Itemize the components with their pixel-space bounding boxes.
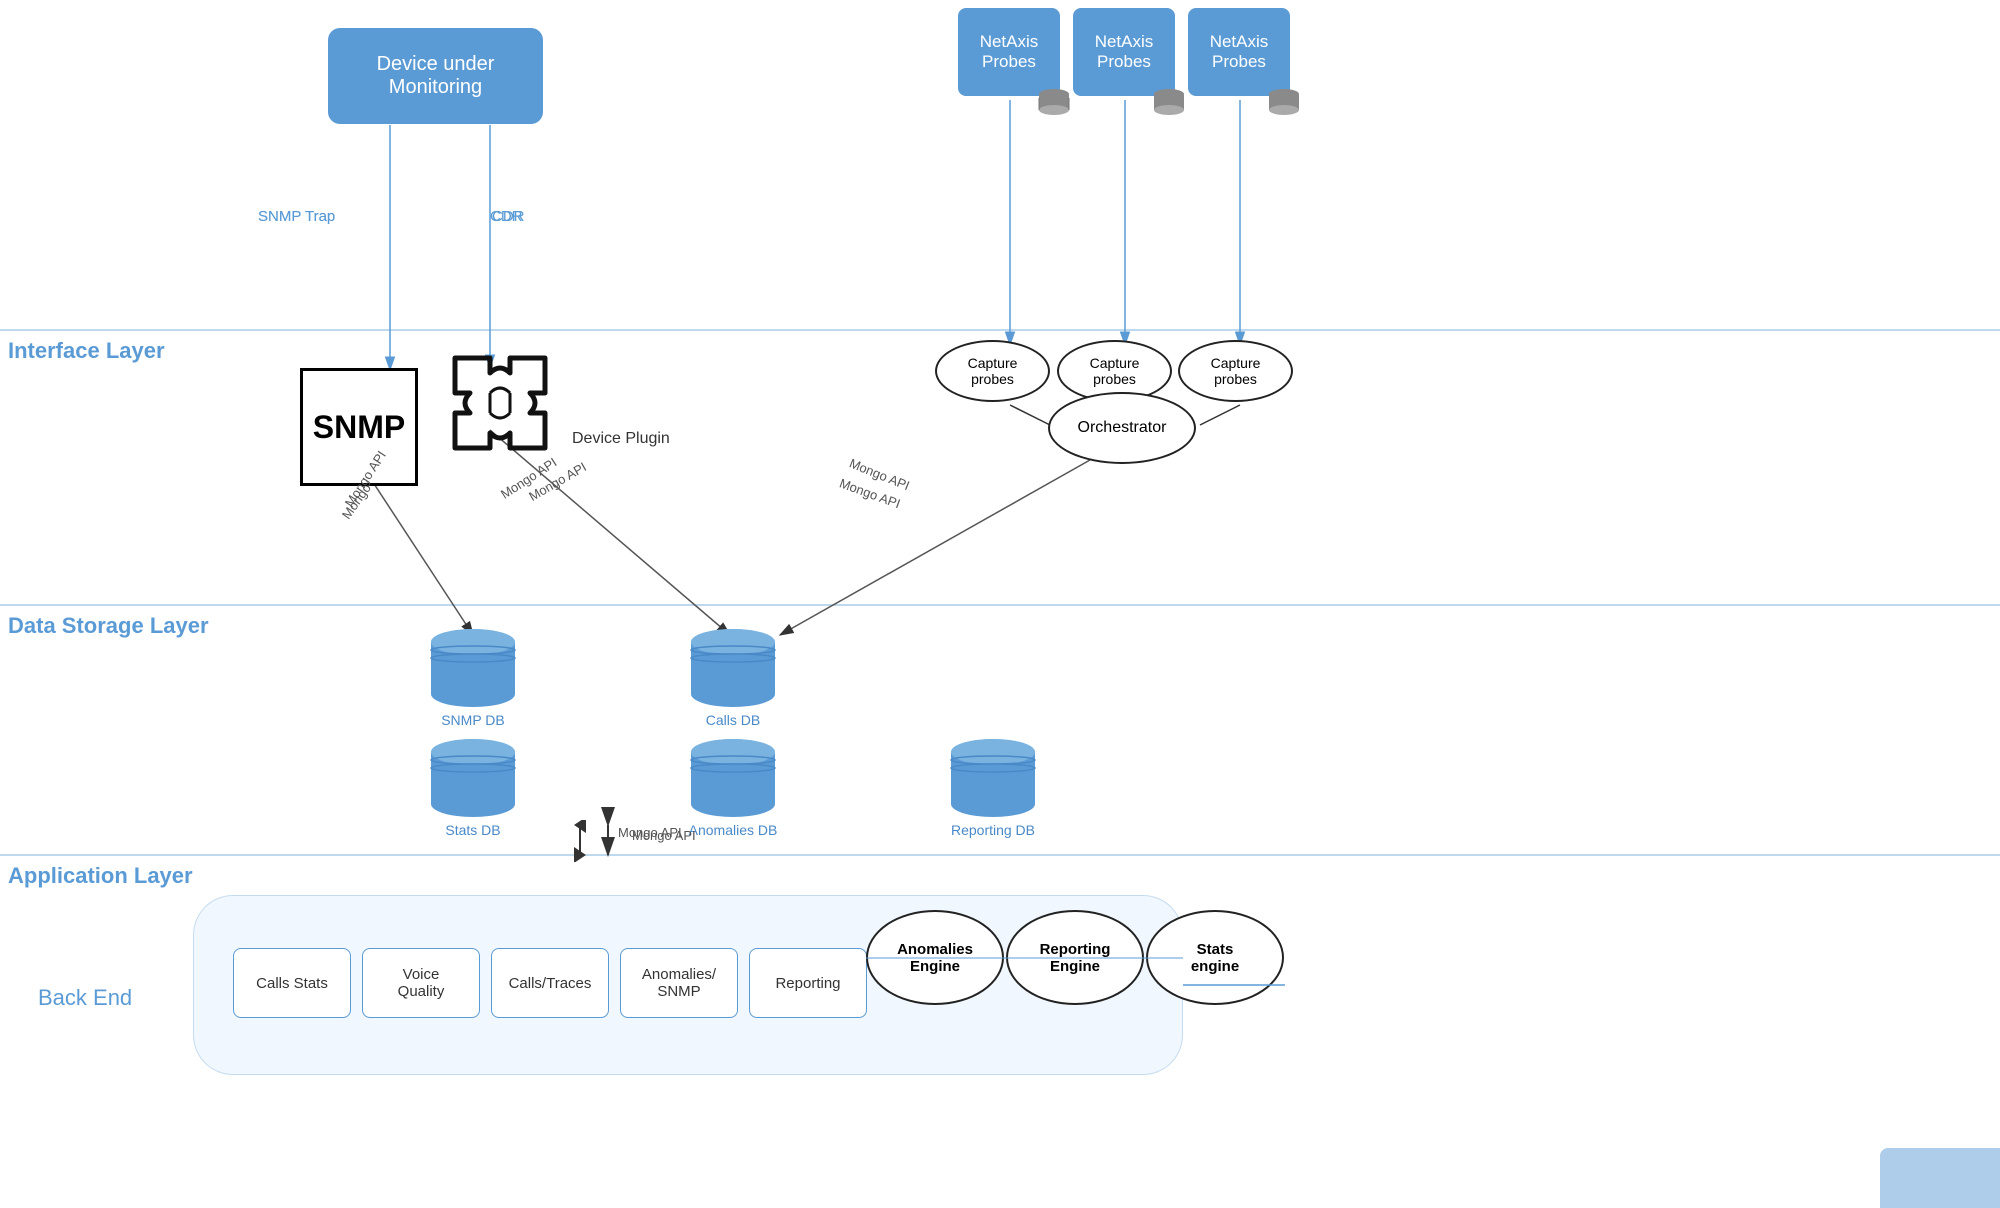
cdr-text: CDR xyxy=(492,208,525,225)
reporting-db: Reporting DB xyxy=(948,738,1038,838)
anomalies-engine: Anomalies Engine xyxy=(866,910,1004,1005)
probe-cyl-2 xyxy=(1153,88,1185,116)
device-plugin-label: Device Plugin xyxy=(572,430,670,448)
backend-label: Back End xyxy=(38,985,132,1011)
snmp-box: SNMP xyxy=(300,368,418,486)
netaxis-probes-2: NetAxis Probes xyxy=(1073,8,1175,96)
stats-db: Stats DB xyxy=(428,738,518,838)
calls-db: Calls DB xyxy=(688,628,778,728)
capture-probes-1: Capture probes xyxy=(935,340,1050,402)
reporting-engine: Reporting Engine xyxy=(1006,910,1144,1005)
stats-engine: Stats engine xyxy=(1146,910,1284,1005)
netaxis-probes-3: NetAxis Probes xyxy=(1188,8,1290,96)
device-plugin-icon xyxy=(435,338,565,473)
mongo-api-vertical-label: Mongo API xyxy=(632,828,696,843)
probe-cyl-1 xyxy=(1038,88,1070,116)
reporting-btn[interactable]: Reporting xyxy=(749,948,867,1018)
capture-probes-3: Capture probes xyxy=(1178,340,1293,402)
calls-traces-btn[interactable]: Calls/Traces xyxy=(491,948,609,1018)
diagram-container: SNMP Trap CDR Mongo API Mongo API Mongo … xyxy=(0,0,2000,1208)
decorative-element xyxy=(1880,1148,2000,1208)
calls-stats-btn[interactable]: Calls Stats xyxy=(233,948,351,1018)
app-layer-label: Application Layer xyxy=(8,863,193,889)
interface-layer-label: Interface Layer xyxy=(8,338,165,364)
snmp-trap-text: SNMP Trap xyxy=(258,208,335,225)
netaxis-probes-1: NetAxis Probes xyxy=(958,8,1060,96)
orchestrator-box: Orchestrator xyxy=(1048,392,1196,464)
device-monitoring-box: Device under Monitoring xyxy=(328,28,543,124)
anomalies-snmp-btn[interactable]: Anomalies/ SNMP xyxy=(620,948,738,1018)
data-storage-layer-label: Data Storage Layer xyxy=(8,613,209,639)
voice-quality-btn[interactable]: Voice Quality xyxy=(362,948,480,1018)
snmp-db: SNMP DB xyxy=(428,628,518,728)
anomalies-db: Anomalies DB xyxy=(688,738,778,838)
probe-cyl-3 xyxy=(1268,88,1300,116)
mongo-api-vertical-arrow xyxy=(560,820,640,862)
